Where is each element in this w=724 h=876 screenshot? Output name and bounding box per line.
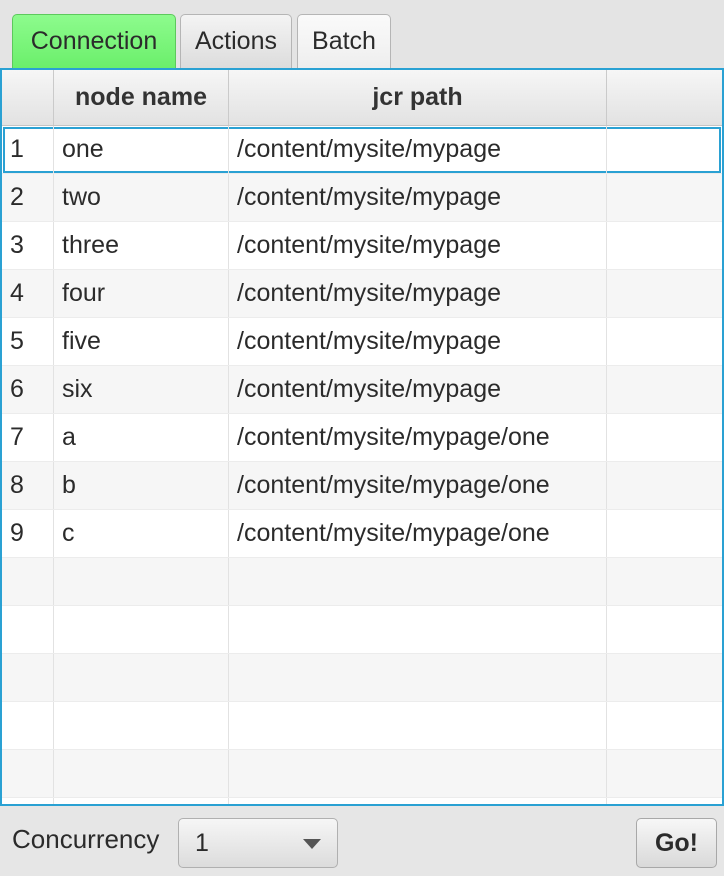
- table-header: node name jcr path: [2, 70, 722, 126]
- cell-jcr-path[interactable]: [229, 558, 607, 605]
- cell-index[interactable]: 9: [2, 510, 54, 557]
- cell-node-name[interactable]: four: [54, 270, 229, 317]
- cell-index[interactable]: [2, 702, 54, 749]
- cell-node-name[interactable]: b: [54, 462, 229, 509]
- cell-jcr-path[interactable]: [229, 702, 607, 749]
- cell-jcr-path[interactable]: /content/mysite/mypage: [229, 366, 607, 413]
- cell-extra[interactable]: [607, 318, 722, 365]
- cell-index[interactable]: [2, 606, 54, 653]
- tab-actions-label: Actions: [195, 27, 277, 55]
- tab-connection[interactable]: Connection: [12, 14, 176, 68]
- cell-index[interactable]: [2, 798, 54, 804]
- cell-node-name[interactable]: [54, 654, 229, 701]
- cell-node-name[interactable]: [54, 798, 229, 804]
- cell-jcr-path[interactable]: /content/mysite/mypage/one: [229, 462, 607, 509]
- cell-index[interactable]: 4: [2, 270, 54, 317]
- cell-index[interactable]: 8: [2, 462, 54, 509]
- cell-jcr-path[interactable]: /content/mysite/mypage: [229, 174, 607, 221]
- cell-extra[interactable]: [607, 654, 722, 701]
- cell-jcr-path[interactable]: [229, 798, 607, 804]
- cell-node-name[interactable]: [54, 750, 229, 797]
- cell-index[interactable]: 2: [2, 174, 54, 221]
- table-row[interactable]: [2, 750, 722, 798]
- cell-jcr-path[interactable]: /content/mysite/mypage: [229, 222, 607, 269]
- cell-extra[interactable]: [607, 606, 722, 653]
- cell-node-name[interactable]: a: [54, 414, 229, 461]
- cell-node-name[interactable]: [54, 702, 229, 749]
- concurrency-label: Concurrency: [12, 824, 160, 854]
- cell-extra[interactable]: [607, 702, 722, 749]
- concurrency-select[interactable]: 1: [178, 818, 338, 868]
- table-row[interactable]: [2, 558, 722, 606]
- table-row[interactable]: [2, 654, 722, 702]
- column-header-index[interactable]: [2, 70, 54, 125]
- table-row[interactable]: 6 six/content/mysite/mypage: [2, 366, 722, 414]
- column-header-jcr-path[interactable]: jcr path: [229, 70, 607, 125]
- table-row[interactable]: [2, 606, 722, 654]
- cell-extra[interactable]: [607, 270, 722, 317]
- tab-bar: Connection Actions Batch: [0, 0, 724, 68]
- cell-jcr-path[interactable]: [229, 654, 607, 701]
- table-row[interactable]: [2, 702, 722, 750]
- table-row[interactable]: 1 one/content/mysite/mypage: [2, 126, 722, 174]
- cell-jcr-path[interactable]: [229, 606, 607, 653]
- cell-extra[interactable]: [607, 798, 722, 804]
- cell-node-name[interactable]: [54, 606, 229, 653]
- tab-batch-label: Batch: [312, 27, 376, 55]
- table-row[interactable]: 7 a/content/mysite/mypage/one: [2, 414, 722, 462]
- cell-extra[interactable]: [607, 174, 722, 221]
- cell-index[interactable]: [2, 558, 54, 605]
- table-row[interactable]: [2, 798, 722, 804]
- cell-index[interactable]: 3: [2, 222, 54, 269]
- table-row[interactable]: 4 four/content/mysite/mypage: [2, 270, 722, 318]
- footer-bar: Concurrency 1 Go!: [0, 806, 724, 876]
- cell-extra[interactable]: [607, 222, 722, 269]
- node-table[interactable]: node name jcr path 1 one/content/mysite/m…: [0, 68, 724, 806]
- cell-node-name[interactable]: six: [54, 366, 229, 413]
- go-button-label: Go!: [654, 828, 699, 857]
- table-row[interactable]: 3 three/content/mysite/mypage: [2, 222, 722, 270]
- cell-extra[interactable]: [607, 558, 722, 605]
- cell-index[interactable]: [2, 750, 54, 797]
- chevron-down-icon: [303, 839, 321, 849]
- cell-extra[interactable]: [607, 366, 722, 413]
- cell-index[interactable]: 5: [2, 318, 54, 365]
- cell-jcr-path[interactable]: /content/mysite/mypage/one: [229, 414, 607, 461]
- cell-index[interactable]: 7: [2, 414, 54, 461]
- cell-extra[interactable]: [607, 462, 722, 509]
- tab-actions[interactable]: Actions: [180, 14, 292, 68]
- column-header-node-name[interactable]: node name: [54, 70, 229, 125]
- tab-batch[interactable]: Batch: [297, 14, 391, 68]
- cell-jcr-path[interactable]: /content/mysite/mypage: [229, 126, 607, 173]
- cell-node-name[interactable]: two: [54, 174, 229, 221]
- cell-extra[interactable]: [607, 126, 722, 173]
- column-header-extra[interactable]: [607, 70, 722, 125]
- cell-extra[interactable]: [607, 414, 722, 461]
- cell-extra[interactable]: [607, 510, 722, 557]
- cell-jcr-path[interactable]: [229, 750, 607, 797]
- table-body: 1 one/content/mysite/mypage 2 two/content/m…: [2, 126, 722, 804]
- cell-jcr-path[interactable]: /content/mysite/mypage: [229, 318, 607, 365]
- cell-index[interactable]: 1: [2, 126, 54, 173]
- table-row[interactable]: 8 b/content/mysite/mypage/one: [2, 462, 722, 510]
- cell-jcr-path[interactable]: /content/mysite/mypage/one: [229, 510, 607, 557]
- cell-node-name[interactable]: [54, 558, 229, 605]
- concurrency-value: 1: [195, 828, 209, 857]
- tab-connection-label: Connection: [30, 27, 158, 55]
- table-row[interactable]: 9 c/content/mysite/mypage/one: [2, 510, 722, 558]
- table-row[interactable]: 2 two/content/mysite/mypage: [2, 174, 722, 222]
- table-row[interactable]: 5 five/content/mysite/mypage: [2, 318, 722, 366]
- cell-index[interactable]: 6: [2, 366, 54, 413]
- go-button[interactable]: Go!: [636, 818, 717, 868]
- cell-index[interactable]: [2, 654, 54, 701]
- cell-node-name[interactable]: five: [54, 318, 229, 365]
- cell-jcr-path[interactable]: /content/mysite/mypage: [229, 270, 607, 317]
- cell-node-name[interactable]: c: [54, 510, 229, 557]
- cell-extra[interactable]: [607, 750, 722, 797]
- cell-node-name[interactable]: three: [54, 222, 229, 269]
- cell-node-name[interactable]: one: [54, 126, 229, 173]
